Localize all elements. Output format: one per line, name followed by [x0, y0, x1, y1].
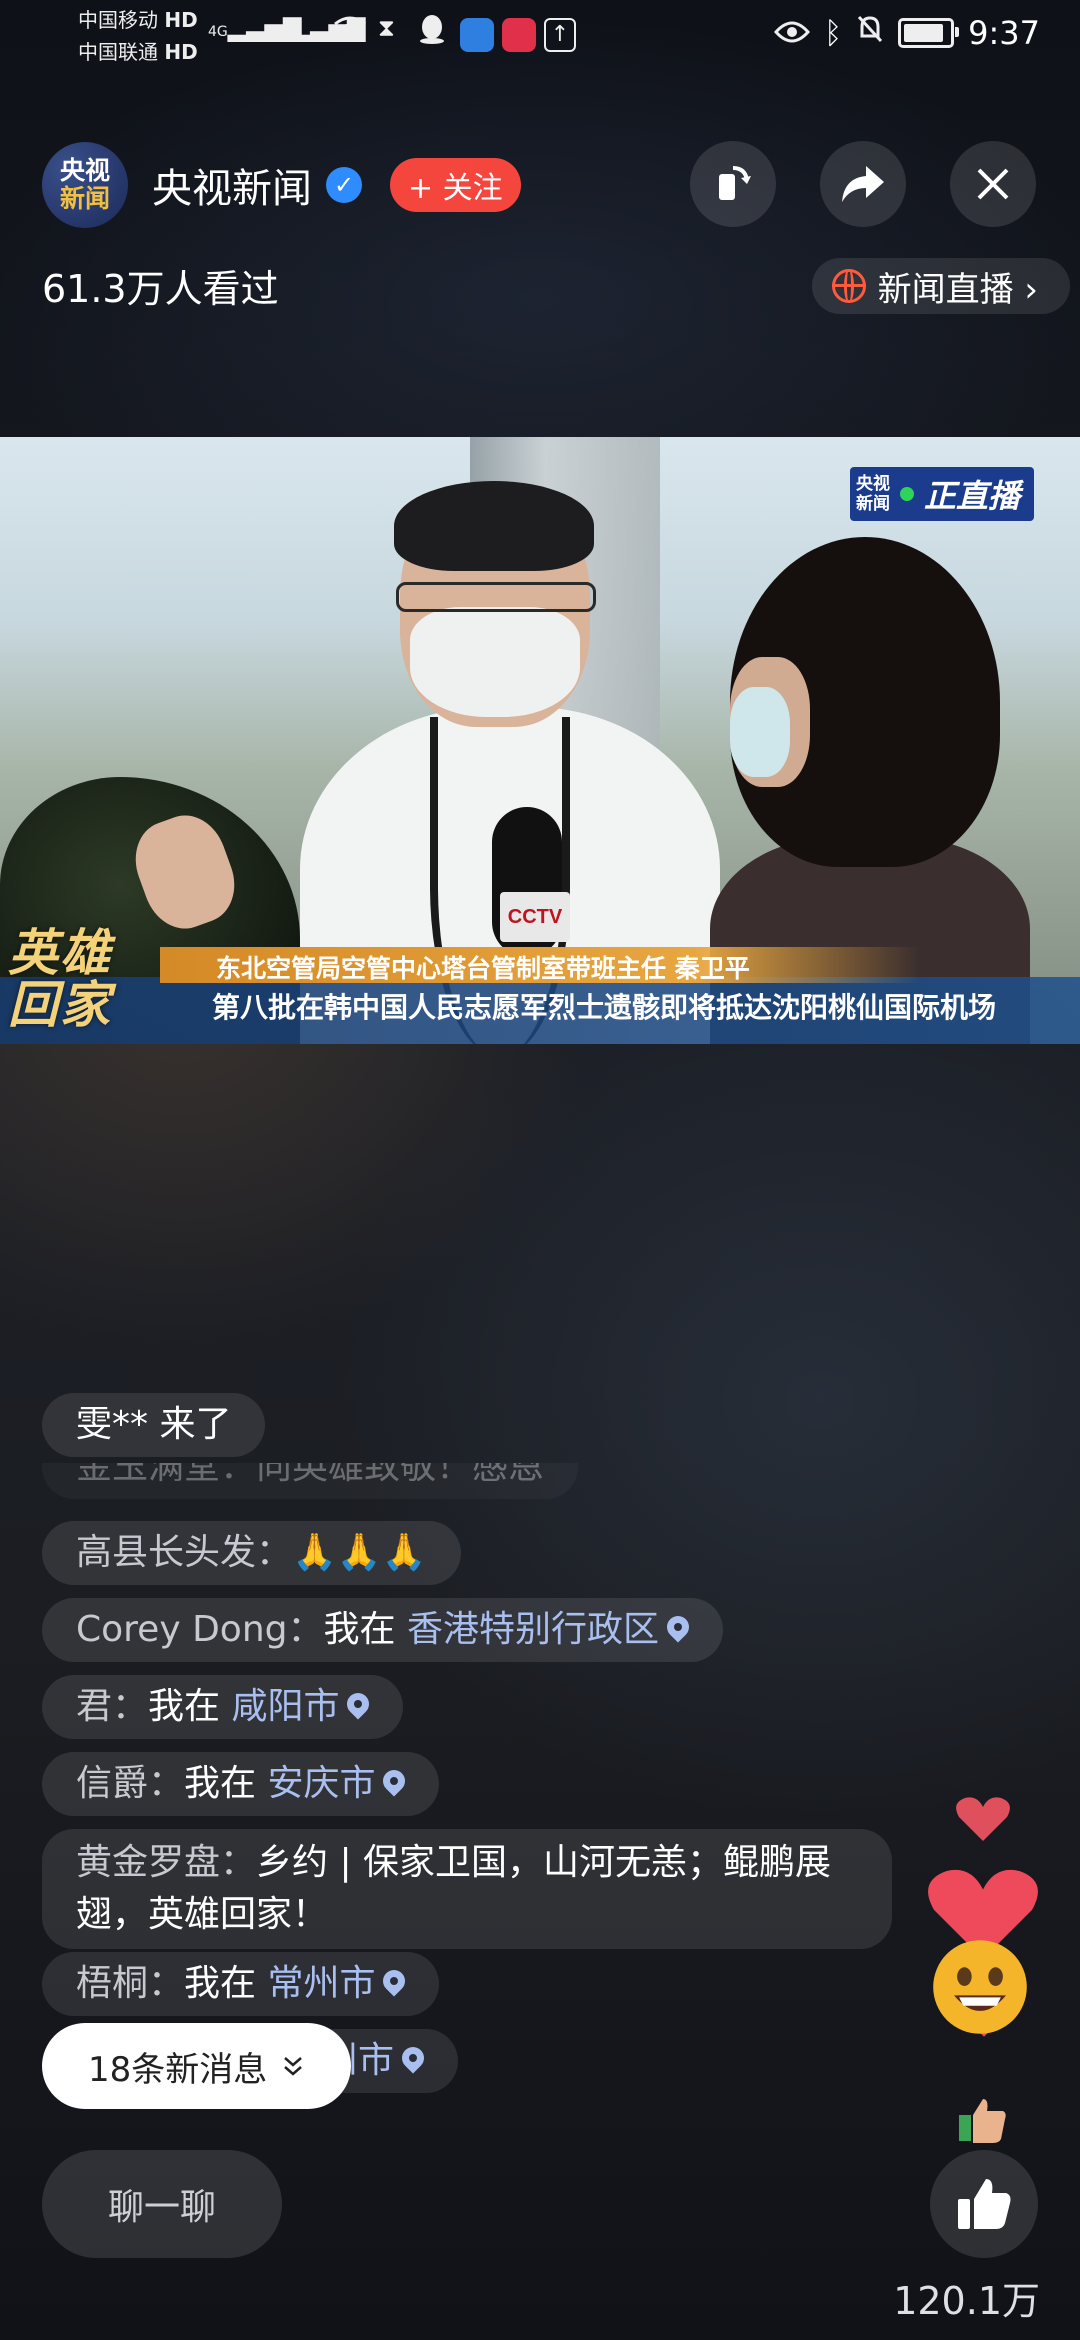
location-pin-icon	[662, 1611, 694, 1643]
rotate-icon	[719, 166, 751, 200]
live-dot	[899, 487, 914, 501]
live-video[interactable]: CCTV 央视 新闻 正直播 东北空管局空管中心塔台管制室带班主任 秦卫平 第八批…	[0, 437, 1080, 1044]
browser-app-icon	[460, 18, 494, 52]
caption-speaker: 东北空管局空管中心塔台管制室带班主任 秦卫平	[160, 947, 920, 983]
follow-button[interactable]: + 关注	[390, 158, 521, 212]
status-right: ᛒ 9:37	[774, 14, 1040, 52]
channel-header: 央视 新闻 央视新闻 ✓ + 关注	[42, 142, 521, 228]
like-button[interactable]	[930, 2150, 1038, 2258]
mute-bell-icon	[856, 14, 884, 52]
clock: 9:37	[968, 14, 1040, 52]
close-button[interactable]	[950, 141, 1036, 227]
location-pin-icon	[378, 1965, 411, 1997]
huawei-app-icon	[502, 18, 536, 52]
location-pin-icon	[397, 2042, 429, 2074]
qq-icon	[418, 14, 446, 50]
carrier-1: 中国移动 HD	[78, 8, 198, 32]
channel-name[interactable]: 央视新闻	[152, 156, 312, 214]
location-pin-icon	[378, 1765, 411, 1797]
mic-logo: CCTV	[500, 892, 570, 942]
battery-icon	[898, 18, 960, 48]
chat-input[interactable]: 聊一聊	[42, 2150, 282, 2258]
chevron-down-icon	[284, 2057, 303, 2076]
channel-avatar[interactable]: 央视 新闻	[42, 142, 128, 228]
upload-icon: ↑	[544, 18, 576, 52]
share-icon	[842, 166, 884, 202]
wifi-icon	[333, 14, 367, 48]
hero-title: 英雄回家	[8, 923, 112, 1034]
bluetooth-icon: ᛒ	[824, 15, 843, 51]
like-count: 120.1万	[893, 2279, 1040, 2323]
emoji-icon	[933, 1940, 1027, 2034]
chat-message: 黄金罗盘：乡约 | 保家卫国，山河无恙；鲲鹏展翅，英雄回家！	[42, 1829, 892, 1949]
caption-headline: 第八批在韩中国人民志愿军烈士遗骸即将抵达沈阳桃仙国际机场	[212, 991, 997, 1024]
rotate-screen-button[interactable]	[690, 141, 776, 227]
heart-icon	[956, 1797, 1010, 1841]
live-badge: 央视 新闻 正直播	[849, 467, 1034, 521]
location-pin-icon	[342, 1688, 375, 1720]
status-bar: 中国移动 HD 中国联通 HD 4G▂▃▅▇ 4G▂▃▅▇ ⧗ ↑ ᛒ 9:37	[0, 0, 1080, 70]
chat-message: 高县长头发：🙏🙏🙏	[42, 1521, 461, 1585]
faded-message: 金玉满堂：向英雄致敬！感恩	[42, 1463, 578, 1499]
chat-message: 君：我在 咸阳市	[42, 1675, 404, 1739]
carrier-2: 中国联通 HD	[78, 40, 198, 64]
hourglass-icon: ⧗	[378, 14, 395, 42]
share-button[interactable]	[820, 141, 906, 227]
new-messages-button[interactable]: 18条新消息	[42, 2023, 352, 2109]
thumbs-up-float-icon	[959, 2099, 1006, 2143]
news-live-button[interactable]: 新闻直播 ›	[811, 258, 1070, 314]
close-icon	[977, 168, 1009, 200]
chat-message: Corey Dong：我在 香港特别行政区	[42, 1598, 723, 1662]
eye-icon	[774, 14, 811, 52]
arrival-message: 雯** 来了	[42, 1393, 266, 1457]
chat-message: 梧桐：我在 常州市	[42, 1952, 440, 2016]
thumbs-up-icon	[958, 2179, 1011, 2229]
chat-message: 信爵：我在 安庆市	[42, 1752, 440, 1816]
viewer-count: 61.3万人看过	[42, 267, 279, 311]
verified-icon: ✓	[326, 167, 362, 203]
globe-icon	[831, 269, 866, 303]
